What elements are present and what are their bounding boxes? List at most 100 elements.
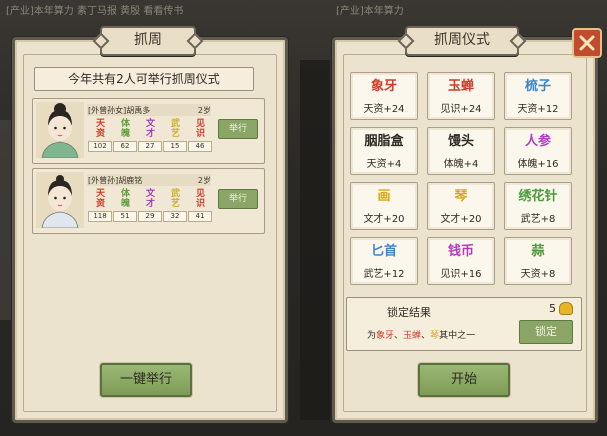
attribute: 体魄 51 <box>113 189 137 222</box>
item-effect: 武艺+12 <box>363 269 405 280</box>
attribute: 天资 102 <box>88 119 112 152</box>
item-name: 梳子 <box>524 79 551 94</box>
lock-cost-value: 5 <box>549 302 556 315</box>
attribute-glyph: 见识 <box>195 119 205 139</box>
item-name: 人参 <box>524 134 551 149</box>
ceremony-item[interactable]: 玉蝉见识+24 <box>427 72 495 120</box>
ceremony-item[interactable]: 绣花针武艺+8 <box>504 182 572 230</box>
attribute-glyph: 武艺 <box>170 189 180 209</box>
panel-title: 抓周仪式 <box>405 26 519 56</box>
child-avatar <box>36 172 84 229</box>
attribute-value: 62 <box>113 141 137 152</box>
lock-result-box: 锁定结果 5 为象牙、玉蝉、琴其中之一 锁定 <box>346 297 582 351</box>
lock-separator: 、 <box>421 331 431 341</box>
item-name: 画 <box>377 189 391 204</box>
attribute: 体魄 62 <box>113 119 137 152</box>
item-name: 玉蝉 <box>447 79 474 94</box>
attribute-glyph: 天资 <box>95 189 105 209</box>
panel-title: 抓周 <box>100 26 196 56</box>
attribute-glyph: 体魄 <box>120 189 130 209</box>
attribute: 文才 29 <box>138 189 162 222</box>
item-effect: 文才+20 <box>363 214 405 225</box>
item-effect: 天资+12 <box>517 104 559 115</box>
ceremony-item[interactable]: 胭脂盒天资+4 <box>350 127 418 175</box>
ceremony-count-banner: 今年共有2人可举行抓周仪式 <box>34 67 254 91</box>
item-name: 绣花针 <box>518 189 558 204</box>
lock-cost: 5 <box>549 302 573 315</box>
item-effect: 体魄+4 <box>443 159 479 170</box>
item-effect: 见识+24 <box>440 104 482 115</box>
item-name: 匕首 <box>370 244 397 259</box>
lock-option: 玉蝉 <box>403 331 422 341</box>
attribute: 见识 46 <box>188 119 212 152</box>
attribute-value: 46 <box>188 141 212 152</box>
hold-ceremony-button[interactable]: 举行 <box>218 189 258 209</box>
child-name: [外曾孙女]胡禹多 <box>88 106 151 115</box>
background-shape <box>0 120 12 320</box>
child-age: 2岁 <box>197 176 211 185</box>
ceremony-item[interactable]: 馒头体魄+4 <box>427 127 495 175</box>
item-name: 胭脂盒 <box>364 134 404 149</box>
close-button[interactable] <box>572 28 602 58</box>
item-effect: 天资+4 <box>366 159 402 170</box>
ceremony-item[interactable]: 蒜天资+8 <box>504 237 572 285</box>
item-effect: 体魄+16 <box>517 159 559 170</box>
item-name: 蒜 <box>531 244 545 259</box>
item-name: 琴 <box>454 189 468 204</box>
ceremony-item[interactable]: 钱币见识+16 <box>427 237 495 285</box>
lock-desc-suffix: 其中之一 <box>439 331 476 341</box>
item-name: 象牙 <box>370 79 397 94</box>
attribute-value: 15 <box>163 141 187 152</box>
ceremony-item[interactable]: 象牙天资+24 <box>350 72 418 120</box>
item-name: 钱币 <box>447 244 474 259</box>
child-row: [外曾孙女]胡禹多 2岁天资 102 体魄 62 文才 27 武艺 15 见识 46 举行 <box>32 98 265 164</box>
gold-coin-icon <box>559 302 573 315</box>
attribute-value: 118 <box>88 211 112 222</box>
background-divider <box>300 60 330 420</box>
attribute-glyph: 见识 <box>195 189 205 209</box>
ceremony-item[interactable]: 画文才+20 <box>350 182 418 230</box>
child-avatar <box>36 102 84 159</box>
lock-description: 为象牙、玉蝉、琴其中之一 <box>367 328 475 341</box>
child-name: [外曾孙]胡鹿铭 <box>88 176 143 185</box>
attribute: 见识 41 <box>188 189 212 222</box>
attribute-value: 102 <box>88 141 112 152</box>
item-effect: 见识+16 <box>440 269 482 280</box>
attribute-value: 51 <box>113 211 137 222</box>
ceremony-item[interactable]: 人参体魄+16 <box>504 127 572 175</box>
child-attributes: 天资 118 体魄 51 文才 29 武艺 32 见识 41 <box>88 189 212 222</box>
start-button[interactable]: 开始 <box>418 363 510 397</box>
child-age: 2岁 <box>197 106 211 115</box>
attribute-value: 29 <box>138 211 162 222</box>
lock-option: 琴 <box>430 331 440 341</box>
attribute-value: 32 <box>163 211 187 222</box>
item-effect: 天资+8 <box>520 269 556 280</box>
attribute: 武艺 15 <box>163 119 187 152</box>
hold-ceremony-button[interactable]: 举行 <box>218 119 258 139</box>
hold-all-button[interactable]: 一键举行 <box>100 363 192 397</box>
attribute-value: 41 <box>188 211 212 222</box>
attribute-glyph: 天资 <box>95 119 105 139</box>
ceremony-item[interactable]: 梳子天资+12 <box>504 72 572 120</box>
child-row: [外曾孙]胡鹿铭 2岁天资 118 体魄 51 文才 29 武艺 32 见识 41 举行 <box>32 168 265 234</box>
attribute-glyph: 武艺 <box>170 119 180 139</box>
item-effect: 武艺+8 <box>520 214 556 225</box>
attribute-glyph: 文才 <box>145 189 155 209</box>
attribute-glyph: 文才 <box>145 119 155 139</box>
attribute-value: 27 <box>138 141 162 152</box>
lock-button[interactable]: 锁定 <box>519 320 573 344</box>
item-effect: 天资+24 <box>363 104 405 115</box>
item-name: 馒头 <box>447 134 474 149</box>
lock-option: 象牙 <box>376 331 395 341</box>
lock-title: 锁定结果 <box>387 306 431 319</box>
attribute: 天资 118 <box>88 189 112 222</box>
close-icon <box>579 35 595 51</box>
background-text-left: [产业]本年算力 素丁马报 黄殷 看看传书 <box>6 6 184 17</box>
lock-desc-prefix: 为 <box>367 331 377 341</box>
attribute: 文才 27 <box>138 119 162 152</box>
ceremony-item[interactable]: 琴文才+20 <box>427 182 495 230</box>
child-attributes: 天资 102 体魄 62 文才 27 武艺 15 见识 46 <box>88 119 212 152</box>
lock-separator: 、 <box>394 331 404 341</box>
attribute: 武艺 32 <box>163 189 187 222</box>
ceremony-item[interactable]: 匕首武艺+12 <box>350 237 418 285</box>
